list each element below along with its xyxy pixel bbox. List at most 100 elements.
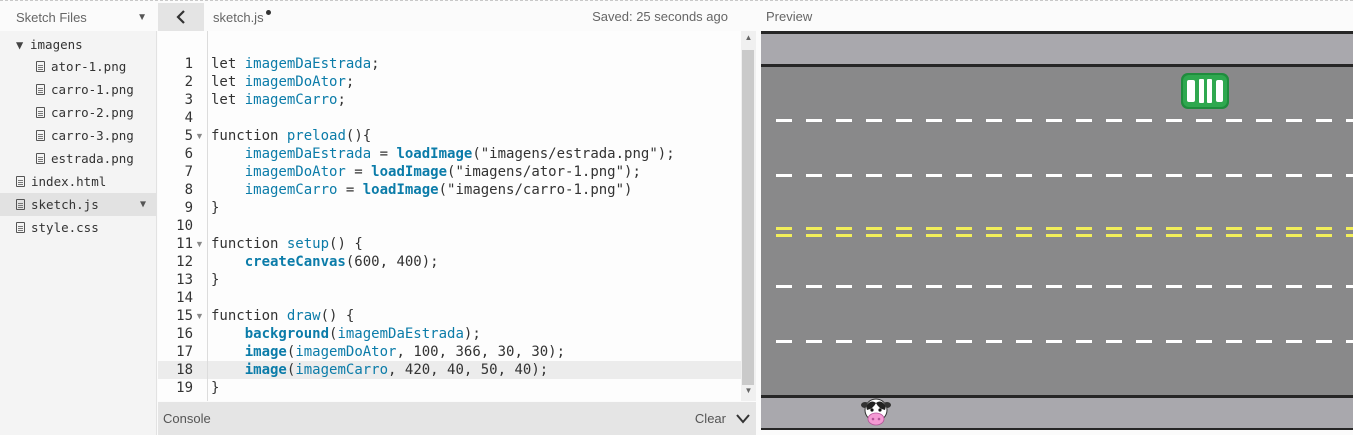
- lane-dash: [866, 340, 882, 343]
- code-line[interactable]: 19}: [158, 379, 741, 397]
- console-clear-button[interactable]: Clear: [695, 411, 726, 426]
- lane-dash: [836, 234, 852, 237]
- lane-dash: [1346, 285, 1353, 288]
- fold-arrow-icon[interactable]: ▼: [195, 127, 204, 145]
- file-item-ator-1[interactable]: ator-1.png: [36, 55, 126, 78]
- file-item-estrada[interactable]: estrada.png: [36, 147, 134, 170]
- file-item-carro-1[interactable]: carro-1.png: [36, 78, 134, 101]
- folder-label: imagens: [30, 37, 83, 52]
- code-line[interactable]: 5 ▼ function preload(){: [158, 127, 741, 145]
- lane-dash: [1106, 174, 1122, 177]
- lane-dash: [956, 234, 972, 237]
- console-bar[interactable]: Console Clear: [158, 402, 756, 435]
- code-line[interactable]: 6 imagemDaEstrada = loadImage("imagens/e…: [158, 145, 741, 163]
- lane-dash: [1226, 174, 1242, 177]
- lane-dash: [1256, 227, 1272, 230]
- lane-dash: [806, 174, 822, 177]
- lane-dash: [1136, 119, 1152, 122]
- code-line[interactable]: 8 imagemCarro = loadImage("imagens/carro…: [158, 181, 741, 199]
- fold-arrow-icon[interactable]: ▼: [195, 235, 204, 253]
- lane-dash: [836, 174, 852, 177]
- lane-dash: [1016, 119, 1032, 122]
- lane-dash: [1316, 285, 1332, 288]
- console-label: Console: [163, 411, 211, 426]
- lane-dash: [1196, 234, 1212, 237]
- file-icon: [16, 222, 25, 233]
- scrollbar-thumb[interactable]: [742, 50, 754, 385]
- lane-dash: [806, 119, 822, 122]
- fold-arrow-icon[interactable]: ▼: [195, 307, 204, 325]
- lane-dash: [1346, 119, 1353, 122]
- code-text: background(imagemDaEstrada);: [244, 326, 481, 342]
- editor-file-tab[interactable]: sketch.js: [213, 3, 271, 31]
- code-line[interactable]: 17 image(imagemDoAtor, 100, 366, 30, 30)…: [158, 343, 741, 361]
- lane-dash: [1316, 174, 1332, 177]
- chevron-down-icon[interactable]: ▼: [137, 12, 147, 23]
- collapse-sidebar-button[interactable]: [158, 3, 204, 31]
- folder-imagens[interactable]: ▼ imagens: [16, 33, 83, 56]
- code-line[interactable]: 11 ▼ function setup() {: [158, 235, 741, 253]
- lane-dash: [986, 174, 1002, 177]
- lane-marking-white: [761, 285, 1353, 288]
- chevron-down-icon[interactable]: [736, 413, 750, 424]
- lane-dash: [1016, 234, 1032, 237]
- code-line[interactable]: 18 image(imagemCarro, 420, 40, 50, 40);: [158, 361, 741, 379]
- file-options-icon[interactable]: ▼: [140, 199, 146, 210]
- lane-dash: [1286, 174, 1302, 177]
- lane-dash: [1166, 340, 1182, 343]
- code-line[interactable]: 12 createCanvas(600, 400);: [158, 253, 741, 271]
- file-item-sketch-js[interactable]: sketch.js ▼: [0, 193, 156, 216]
- file-label: style.css: [31, 220, 99, 235]
- lane-dash: [1346, 340, 1353, 343]
- lane-dash: [866, 227, 882, 230]
- lane-dash: [776, 285, 792, 288]
- file-label: estrada.png: [51, 151, 134, 166]
- code-line[interactable]: 14: [158, 289, 741, 307]
- lane-dash: [1196, 285, 1212, 288]
- code-line[interactable]: 10: [158, 217, 741, 235]
- lane-dash: [866, 174, 882, 177]
- file-label: sketch.js: [31, 197, 99, 212]
- code-text: imagemDoAtor = loadImage("imagens/ator-1…: [244, 164, 641, 180]
- lane-dash: [1136, 234, 1152, 237]
- line-number: 17: [176, 344, 193, 360]
- lane-marking-white: [761, 174, 1353, 177]
- lane-dash: [926, 340, 942, 343]
- code-line[interactable]: 13}: [158, 271, 741, 289]
- line-number: 2: [184, 74, 193, 90]
- file-item-style-css[interactable]: style.css: [16, 216, 99, 239]
- code-text: }: [211, 272, 220, 288]
- scroll-down-icon[interactable]: ▼: [741, 386, 756, 400]
- code-line[interactable]: 16 background(imagemDaEstrada);: [158, 325, 741, 343]
- code-line[interactable]: 7 imagemDoAtor = loadImage("imagens/ator…: [158, 163, 741, 181]
- line-number: 12: [176, 254, 193, 270]
- code-line[interactable]: 3 let imagemCarro;: [158, 91, 741, 109]
- code-line[interactable]: 2 let imagemDoAtor;: [158, 73, 741, 91]
- code-line[interactable]: 1 let imagemDaEstrada;: [158, 55, 741, 73]
- lane-dash: [986, 119, 1002, 122]
- line-number: 13: [176, 272, 193, 288]
- lane-dash: [1286, 340, 1302, 343]
- code-editor[interactable]: 1 let imagemDaEstrada; 2 let imagemDoAtor; 3…: [158, 31, 741, 401]
- lane-marking-white: [761, 119, 1353, 122]
- code-line[interactable]: 15 ▼ function draw() {: [158, 307, 741, 325]
- code-line[interactable]: 9}: [158, 199, 741, 217]
- file-label: carro-2.png: [51, 105, 134, 120]
- preview-canvas[interactable]: [761, 31, 1353, 430]
- lane-dash: [896, 227, 912, 230]
- lane-dash: [806, 227, 822, 230]
- scroll-up-icon[interactable]: ▲: [741, 33, 756, 47]
- save-status: Saved: 25 seconds ago: [592, 9, 728, 24]
- lane-dash: [926, 174, 942, 177]
- line-number: 7: [184, 164, 193, 180]
- file-item-index-html[interactable]: index.html: [16, 170, 106, 193]
- code-text: }: [211, 200, 220, 216]
- lane-dash: [1346, 174, 1353, 177]
- file-icon: [16, 176, 25, 187]
- sidebar-header[interactable]: Sketch Files ▼: [0, 3, 157, 31]
- code-line[interactable]: 4: [158, 109, 741, 127]
- file-icon: [36, 61, 45, 72]
- file-item-carro-3[interactable]: carro-3.png: [36, 124, 134, 147]
- line-number: 9: [184, 200, 193, 216]
- file-item-carro-2[interactable]: carro-2.png: [36, 101, 134, 124]
